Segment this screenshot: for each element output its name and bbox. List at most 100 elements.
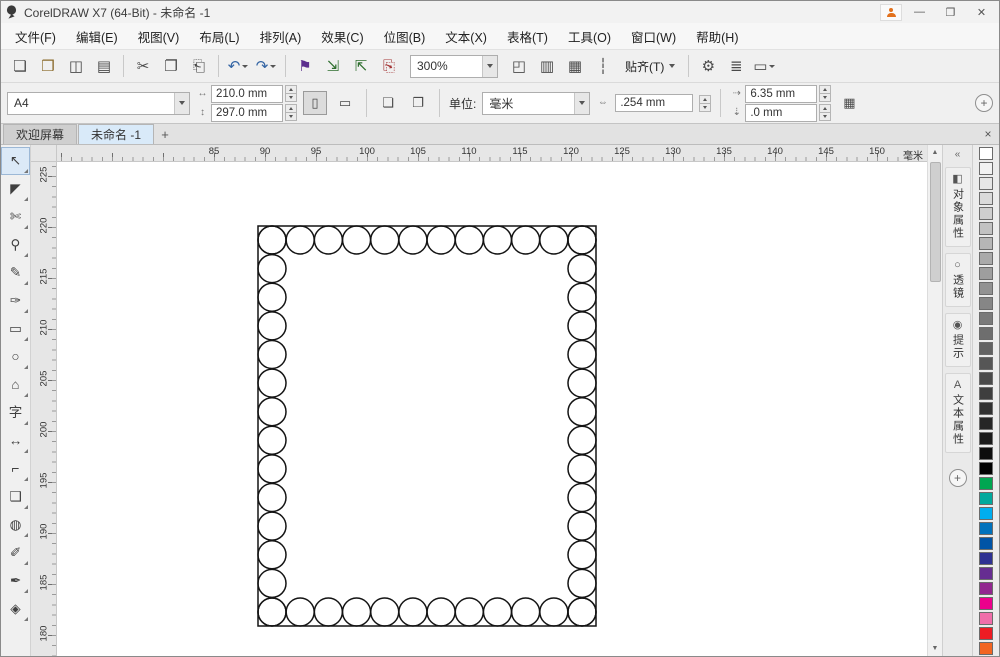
menu-table[interactable]: 表格(T) (497, 23, 558, 49)
crop-tool[interactable]: ✄ (1, 203, 30, 231)
frame-circle[interactable] (568, 426, 596, 454)
new-button[interactable]: ❏ (7, 53, 33, 79)
undo-button[interactable]: ↶ (225, 53, 251, 79)
color-swatch[interactable] (979, 402, 993, 415)
frame-circle[interactable] (371, 226, 399, 254)
all-pages-button[interactable]: ❐ (406, 91, 430, 115)
frame-circle[interactable] (455, 226, 483, 254)
frame-circle[interactable] (568, 598, 596, 626)
duplicate-x-field[interactable]: 6.35 mm (745, 85, 817, 103)
zoom-tool[interactable]: ⚲ (1, 231, 30, 259)
current-page-button[interactable]: ❏ (376, 91, 400, 115)
shape-tool[interactable]: ◤ (1, 175, 30, 203)
ellipse-tool[interactable]: ○ (1, 343, 30, 371)
transparency-tool[interactable]: ◍ (1, 511, 30, 539)
export-button[interactable]: ⇱ (348, 53, 374, 79)
color-swatch[interactable] (979, 417, 993, 430)
color-swatch[interactable] (979, 282, 993, 295)
frame-circle[interactable] (540, 598, 568, 626)
menu-view[interactable]: 视图(V) (128, 23, 190, 49)
frame-circle[interactable] (427, 598, 455, 626)
spin-down-icon[interactable] (285, 93, 297, 102)
zoom-level-combobox[interactable]: 300% (410, 55, 498, 78)
color-swatch[interactable] (979, 627, 993, 640)
quick-customize-button[interactable]: + (975, 94, 993, 112)
color-swatch[interactable] (979, 207, 993, 220)
frame-circle[interactable] (455, 598, 483, 626)
titlebar[interactable]: CorelDRAW X7 (64-Bit) - 未命名 -1 — ❐ ✕ (1, 1, 999, 23)
outline-pen-tool[interactable]: ✒ (1, 567, 30, 595)
search-content-button[interactable]: ⚑ (292, 53, 318, 79)
frame-circle[interactable] (258, 484, 286, 512)
frame-rectangle[interactable] (258, 226, 596, 626)
nudge-offset-field[interactable]: .254 mm (615, 94, 693, 112)
docker-tab-object-properties[interactable]: ◧对象属性 (945, 167, 971, 247)
color-swatch[interactable] (979, 357, 993, 370)
text-tool[interactable]: 字 (1, 399, 30, 427)
color-swatch[interactable] (979, 642, 993, 655)
frame-circle[interactable] (258, 226, 286, 254)
frame-circle[interactable] (258, 369, 286, 397)
docker-tab-lens[interactable]: ○透镜 (945, 253, 971, 307)
color-swatch[interactable] (979, 612, 993, 625)
frame-circle[interactable] (512, 226, 540, 254)
color-swatch[interactable] (979, 477, 993, 490)
vertical-scrollbar[interactable]: ▲ ▼ (927, 145, 942, 656)
frame-circle[interactable] (568, 255, 596, 283)
frame-circle[interactable] (258, 598, 286, 626)
drop-shadow-tool[interactable]: ❑ (1, 483, 30, 511)
paper-height-spinner[interactable] (285, 104, 297, 121)
menu-file[interactable]: 文件(F) (5, 23, 66, 49)
circle-frame-drawing[interactable] (57, 162, 927, 656)
frame-circle[interactable] (568, 398, 596, 426)
open-button[interactable]: ❒ (35, 53, 61, 79)
paste-button[interactable]: ⎗ (186, 53, 212, 79)
color-swatch[interactable] (979, 537, 993, 550)
ruler-corner[interactable] (31, 145, 57, 162)
color-swatch[interactable] (979, 492, 993, 505)
color-swatch[interactable] (979, 582, 993, 595)
interactive-fill-tool[interactable]: ◈ (1, 595, 30, 623)
frame-circle[interactable] (568, 484, 596, 512)
duplicate-y-field[interactable]: .0 mm (745, 104, 817, 122)
frame-circle[interactable] (568, 569, 596, 597)
frame-circle[interactable] (540, 226, 568, 254)
scroll-down-button[interactable]: ▼ (928, 641, 942, 656)
menu-arrange[interactable]: 排列(A) (250, 23, 312, 49)
show-rulers-button[interactable]: ▥ (534, 53, 560, 79)
frame-circle[interactable] (568, 340, 596, 368)
color-swatch[interactable] (979, 387, 993, 400)
color-swatch[interactable] (979, 327, 993, 340)
nudge-offset-spinner[interactable] (699, 95, 711, 112)
frame-circle[interactable] (483, 226, 511, 254)
publish-pdf-button[interactable]: ⎘ (376, 53, 402, 79)
minimize-button[interactable]: — (906, 3, 933, 21)
frame-circle[interactable] (568, 283, 596, 311)
color-swatch[interactable] (979, 237, 993, 250)
frame-circle[interactable] (258, 340, 286, 368)
maximize-button[interactable]: ❐ (937, 3, 964, 21)
frame-circle[interactable] (568, 512, 596, 540)
menu-effects[interactable]: 效果(C) (311, 23, 373, 49)
save-button[interactable]: ◫ (63, 53, 89, 79)
color-eyedropper-tool[interactable]: ✐ (1, 539, 30, 567)
color-swatch[interactable] (979, 522, 993, 535)
frame-circle[interactable] (314, 226, 342, 254)
color-swatch[interactable] (979, 222, 993, 235)
duplicate-y-spinner[interactable] (819, 104, 831, 121)
portrait-button[interactable]: ▯ (303, 91, 327, 115)
color-swatch[interactable] (979, 147, 993, 160)
treat-as-filled-button[interactable]: ▦ (837, 91, 861, 115)
frame-circle[interactable] (568, 369, 596, 397)
color-swatch[interactable] (979, 597, 993, 610)
frame-circle[interactable] (258, 541, 286, 569)
tab-document[interactable]: 未命名 -1 (78, 124, 154, 144)
paper-height-field[interactable]: 297.0 mm (211, 104, 283, 122)
frame-circle[interactable] (314, 598, 342, 626)
frame-circle[interactable] (343, 226, 371, 254)
menu-bitmaps[interactable]: 位图(B) (374, 23, 436, 49)
color-swatch[interactable] (979, 177, 993, 190)
spin-down-icon[interactable] (819, 112, 831, 121)
fullscreen-preview-button[interactable]: ◰ (506, 53, 532, 79)
color-swatch[interactable] (979, 312, 993, 325)
